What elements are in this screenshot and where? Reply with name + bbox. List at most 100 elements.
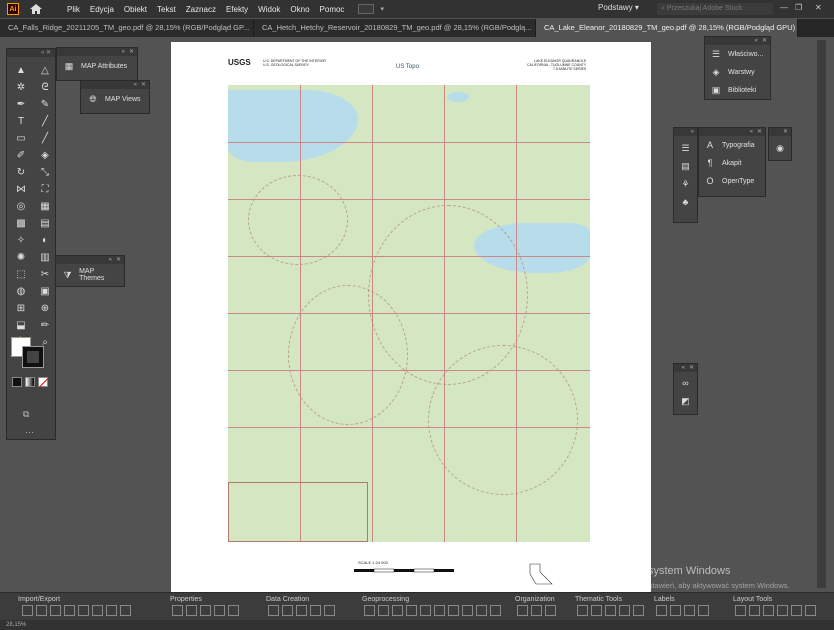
legend-icon[interactable] — [749, 605, 760, 616]
collapse-icon[interactable]: « — [750, 128, 753, 136]
merge-icon[interactable] — [420, 605, 431, 616]
map-edit-icon[interactable]: ⬓ — [10, 317, 32, 333]
rotate-tool-icon[interactable]: ↻ — [10, 164, 32, 180]
restore-icon[interactable]: ❐ — [795, 3, 802, 12]
paragraph-icon[interactable]: ¶ — [704, 157, 716, 169]
label-settings-icon[interactable] — [684, 605, 695, 616]
export-icon[interactable] — [36, 605, 47, 616]
eyedropper-icon[interactable]: ✧ — [10, 232, 32, 248]
chart-icon[interactable] — [545, 605, 556, 616]
geocode-icon[interactable] — [310, 605, 321, 616]
collapse-icon[interactable]: « — [682, 364, 685, 372]
simplify-icon[interactable] — [378, 605, 389, 616]
point-tool-icon[interactable] — [268, 605, 279, 616]
layers-label[interactable]: Warstwy — [728, 69, 755, 76]
magic-wand-icon[interactable]: ✲ — [10, 79, 32, 95]
menu-edycja[interactable]: Edycja — [90, 5, 114, 14]
index-icon[interactable] — [805, 605, 816, 616]
label-icon[interactable] — [656, 605, 667, 616]
topographic-map[interactable] — [228, 85, 590, 542]
workspace-switcher[interactable]: Podstawy ▾ — [598, 3, 639, 12]
map-crop-icon[interactable]: ⊞ — [10, 300, 32, 316]
inset-icon[interactable] — [791, 605, 802, 616]
chevron-down-icon[interactable]: ▾ — [380, 5, 384, 13]
close-icon[interactable]: ✕ — [783, 128, 788, 136]
menu-tekst[interactable]: Tekst — [157, 5, 176, 14]
map-select-icon[interactable]: ▣ — [34, 283, 56, 299]
more-tools-icon[interactable]: ··· — [25, 427, 34, 437]
type-tool-icon[interactable]: T — [10, 113, 32, 129]
map-pen-icon[interactable]: ✏ — [34, 317, 56, 333]
collapse-icon[interactable]: » — [691, 128, 694, 136]
menu-pomoc[interactable]: Pomoc — [320, 5, 345, 14]
layers-icon[interactable]: ◈ — [710, 66, 722, 78]
symbol-sprayer-icon[interactable]: ✺ — [10, 249, 32, 265]
selection-tool-icon[interactable]: ▲ — [10, 62, 32, 78]
measure-icon[interactable] — [324, 605, 335, 616]
home-icon[interactable] — [29, 3, 43, 15]
gradient-tool-icon[interactable]: ▤ — [34, 215, 56, 231]
buffer-icon[interactable] — [364, 605, 375, 616]
table-icon[interactable] — [200, 605, 211, 616]
map-properties-icon[interactable] — [172, 605, 183, 616]
symbols-icon[interactable]: ⚘ — [680, 178, 692, 190]
appearance-icon[interactable]: ◉ — [774, 142, 786, 154]
line-tool-icon[interactable]: ╱ — [34, 113, 56, 129]
menu-obiekt[interactable]: Obiekt — [124, 5, 147, 14]
dissolve-icon[interactable] — [448, 605, 459, 616]
split-icon[interactable] — [434, 605, 445, 616]
erase-icon[interactable] — [462, 605, 473, 616]
pen-tool-icon[interactable]: ✒ — [10, 96, 32, 112]
tab-lake-eleanor[interactable]: CA_Lake_Eleanor_20180829_TM_geo.pdf @ 28… — [536, 19, 798, 37]
text-label-icon[interactable] — [698, 605, 709, 616]
libraries-icon[interactable]: ▣ — [710, 84, 722, 96]
screen-mode-icon[interactable]: ⧉ — [23, 409, 29, 420]
close-icon[interactable]: ✕ — [116, 256, 121, 264]
panel-collapse-icon[interactable]: « ✕ — [7, 49, 55, 57]
zoom-level[interactable]: 28,15% — [6, 622, 26, 628]
close-icon[interactable]: ✕ — [762, 37, 767, 45]
menu-widok[interactable]: Widok — [258, 5, 280, 14]
scale-tool-icon[interactable]: ⤡ — [34, 164, 56, 180]
map-attributes-label[interactable]: MAP Attributes — [81, 63, 127, 70]
marker-icon[interactable] — [296, 605, 307, 616]
menu-zaznacz[interactable]: Zaznacz — [186, 5, 216, 14]
import-icon[interactable] — [22, 605, 33, 616]
globe-icon[interactable]: 🌐︎ — [87, 93, 99, 105]
shape-builder-icon[interactable]: ◎ — [10, 198, 32, 214]
properties-label[interactable]: Właściwo... — [728, 51, 763, 58]
map-tool-icon[interactable]: ◍ — [10, 283, 32, 299]
collapse-icon[interactable]: « — [134, 81, 137, 89]
arrange-documents-button[interactable] — [358, 4, 375, 14]
tab-falls-ridge[interactable]: CA_Falls_Ridge_20211205_TM_geo.pdf @ 28,… — [0, 19, 254, 37]
curvature-tool-icon[interactable]: ✎ — [34, 96, 56, 112]
grid-icon[interactable] — [214, 605, 225, 616]
close-icon[interactable]: ✕ — [689, 364, 694, 372]
collapse-icon[interactable]: « — [109, 256, 112, 264]
density-icon[interactable] — [619, 605, 630, 616]
document-icon[interactable] — [106, 605, 117, 616]
eraser-icon[interactable]: ◈ — [34, 147, 56, 163]
stock-search-input[interactable]: ⌕ Przeszukaj Adobe Stock — [657, 3, 773, 15]
stroke-swatch[interactable] — [22, 346, 44, 368]
close-icon[interactable]: ✕ — [757, 128, 762, 136]
minimize-icon[interactable]: — — [780, 3, 788, 12]
width-tool-icon[interactable]: ⋈ — [10, 181, 32, 197]
graph-tool-icon[interactable]: ▥ — [34, 249, 56, 265]
database-icon[interactable] — [64, 605, 75, 616]
rectangle-tool-icon[interactable]: ▭ — [10, 130, 32, 146]
collapse-icon[interactable]: « — [122, 48, 125, 56]
join-icon[interactable] — [406, 605, 417, 616]
shape-icon[interactable] — [591, 605, 602, 616]
none-button[interactable] — [38, 377, 49, 388]
funnel-icon[interactable]: ⧩ — [62, 269, 73, 281]
upload-icon[interactable] — [92, 605, 103, 616]
intersect-icon[interactable] — [476, 605, 487, 616]
transform-icon[interactable]: ▤ — [680, 160, 692, 172]
slice-tool-icon[interactable]: ✂ — [34, 266, 56, 282]
vertical-scrollbar[interactable] — [817, 40, 826, 588]
north-arrow-icon[interactable] — [735, 605, 746, 616]
grid-tool-icon[interactable] — [777, 605, 788, 616]
opentype-label[interactable]: OpenType — [722, 178, 754, 185]
close-icon[interactable]: ✕ — [141, 81, 146, 89]
